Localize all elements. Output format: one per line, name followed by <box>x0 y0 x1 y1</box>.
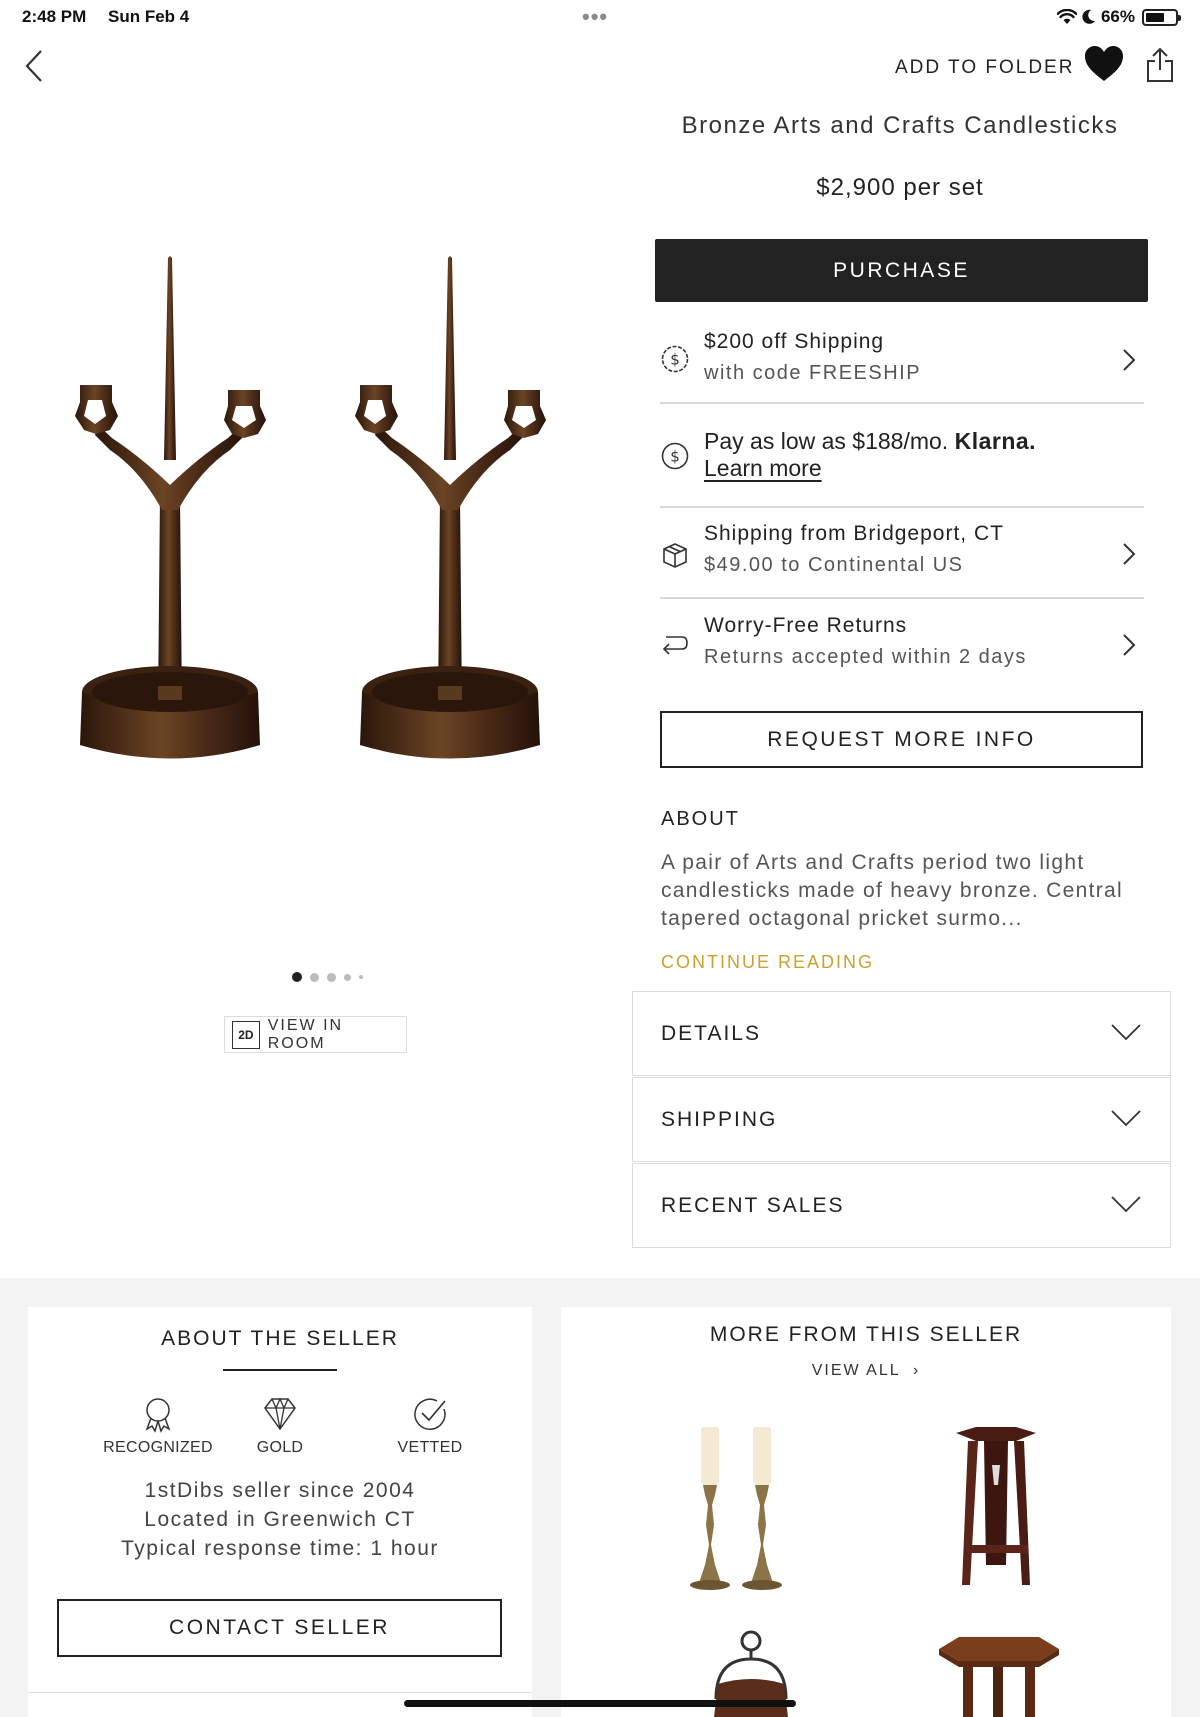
dollar-circle-icon: $ <box>661 345 689 373</box>
returns-title: Worry-Free Returns <box>704 614 908 637</box>
status-bar: 2:48 PM Sun Feb 4 ••• 66% <box>0 0 1200 34</box>
product-image[interactable] <box>50 220 610 820</box>
chevron-down-icon <box>1111 1110 1141 1127</box>
shipping-accordion[interactable]: SHIPPING <box>632 1077 1171 1162</box>
candlestick-right <box>355 256 546 759</box>
svg-text:$: $ <box>670 448 680 466</box>
carousel-dot[interactable] <box>344 973 351 981</box>
about-seller-heading: ABOUT THE SELLER <box>161 1327 399 1350</box>
view-in-room-icon: 2D <box>232 1020 260 1049</box>
returns-row[interactable]: Worry-Free Returns Returns accepted with… <box>660 599 1144 691</box>
badge-label: RECOGNIZED <box>103 1439 213 1456</box>
svg-text:$: $ <box>670 351 680 369</box>
accordion-label: RECENT SALES <box>661 1194 845 1217</box>
carousel-dot[interactable] <box>292 972 302 982</box>
view-in-room-button[interactable]: 2D VIEW IN ROOM <box>224 1016 407 1053</box>
home-indicator[interactable] <box>404 1700 796 1707</box>
mahogany-stand-thumbnail[interactable] <box>946 1425 1046 1595</box>
status-indicators: 66% <box>1056 7 1181 27</box>
favorite-button[interactable] <box>1083 44 1125 84</box>
shipping-from-subtitle: $49.00 to Continental US <box>704 554 964 576</box>
share-icon <box>1147 47 1173 82</box>
badge-vetted: VETTED <box>360 1395 500 1457</box>
seller-info: 1stDibs seller since 2004 Located in Gre… <box>28 1476 532 1563</box>
battery-fill <box>1146 12 1164 22</box>
heading-underline <box>223 1369 337 1371</box>
carousel-dot[interactable] <box>327 972 336 982</box>
contact-seller-button[interactable]: CONTACT SELLER <box>57 1599 502 1657</box>
shipping-from-row[interactable]: Shipping from Bridgeport, CT $49.00 to C… <box>660 508 1144 599</box>
back-button[interactable] <box>20 48 50 84</box>
share-button[interactable] <box>1146 46 1174 84</box>
view-all-label: VIEW ALL <box>811 1362 901 1379</box>
battery-percentage: 66% <box>1100 7 1135 26</box>
dollar-circle-icon: $ <box>661 442 689 470</box>
klarna-row: $ Pay as low as $188/mo. Klarna. Learn m… <box>660 404 1144 508</box>
about-heading: ABOUT <box>661 808 740 830</box>
seller-location: Located in Greenwich CT <box>144 1508 416 1531</box>
candlestick-left <box>75 256 266 759</box>
status-time: 2:48 PM <box>22 7 87 26</box>
view-all-link[interactable]: VIEW ALL › <box>561 1362 1171 1380</box>
shipping-offer-row[interactable]: $ $200 off Shipping with code FREESHIP <box>660 322 1144 404</box>
badge-recognized: RECOGNIZED <box>88 1395 228 1457</box>
purchase-button[interactable]: PURCHASE <box>655 239 1148 302</box>
chevron-right-icon: › <box>906 1362 921 1379</box>
accordion-label: SHIPPING <box>661 1108 778 1131</box>
seller-response-time: Typical response time: 1 hour <box>121 1537 439 1560</box>
about-description: A pair of Arts and Crafts period two lig… <box>661 851 1123 930</box>
seller-since: 1stDibs seller since 2004 <box>144 1479 416 1502</box>
shipping-from-title: Shipping from Bridgeport, CT <box>704 522 1004 545</box>
klarna-learn-more-link[interactable]: Learn more <box>704 455 822 482</box>
diamond-icon <box>264 1397 296 1431</box>
badge-gold: GOLD <box>210 1395 350 1457</box>
badge-label: VETTED <box>397 1439 463 1456</box>
returns-subtitle: Returns accepted within 2 days <box>704 646 1027 668</box>
recent-sales-accordion[interactable]: RECENT SALES <box>632 1163 1171 1248</box>
image-carousel-dots[interactable] <box>292 972 363 982</box>
carousel-dot[interactable] <box>359 975 363 979</box>
view-in-room-label: VIEW IN ROOM <box>267 1016 344 1052</box>
carousel-dot[interactable] <box>310 972 319 982</box>
add-to-folder-link[interactable]: ADD TO FOLDER <box>895 57 1074 79</box>
divider <box>28 1692 532 1693</box>
shipping-offer-subtitle: with code FREESHIP <box>704 362 922 384</box>
multitasking-dots-icon[interactable]: ••• <box>582 4 608 30</box>
request-more-info-button[interactable]: REQUEST MORE INFO <box>660 711 1143 768</box>
product-price: $2,900 per set <box>816 174 984 201</box>
klarna-text: Pay as low as $188/mo. Klarna. <box>704 428 1036 455</box>
moon-icon <box>1082 9 1095 24</box>
status-date: Sun Feb 4 <box>108 7 190 26</box>
box-icon <box>663 543 687 568</box>
klarna-logo: Klarna. <box>954 428 1037 454</box>
return-arrow-icon <box>662 636 688 655</box>
more-from-seller-card: MORE FROM THIS SELLER VIEW ALL › <box>561 1307 1171 1717</box>
chevron-right-icon <box>1123 543 1136 565</box>
accordion-label: DETAILS <box>661 1022 761 1045</box>
heart-icon <box>1085 46 1123 81</box>
back-chevron-icon <box>25 50 42 82</box>
check-circle-icon <box>414 1398 446 1430</box>
bronze-candlesticks-photo <box>75 256 546 759</box>
ribbon-icon <box>145 1398 171 1433</box>
klarna-price-text: Pay as low as $188/mo. <box>704 428 949 454</box>
more-from-seller-heading: MORE FROM THIS SELLER <box>709 1323 1023 1346</box>
about-seller-card: ABOUT THE SELLER RECOGNIZED GOLD VETTED … <box>28 1307 532 1717</box>
chevron-down-icon <box>1111 1024 1141 1041</box>
octagonal-table-thumbnail[interactable] <box>929 1629 1069 1717</box>
badge-label: GOLD <box>256 1439 304 1456</box>
continue-reading-link[interactable]: CONTINUE READING <box>661 952 874 973</box>
chevron-right-icon <box>1123 634 1136 656</box>
brass-candlesticks-thumbnail[interactable] <box>681 1425 791 1595</box>
chevron-right-icon <box>1123 349 1136 371</box>
shipping-offer-title: $200 off Shipping <box>704 330 885 353</box>
details-accordion[interactable]: DETAILS <box>632 991 1171 1076</box>
chevron-down-icon <box>1111 1196 1141 1213</box>
battery-icon <box>1142 8 1181 26</box>
wifi-icon <box>1056 9 1077 24</box>
product-title: Bronze Arts and Crafts Candlesticks <box>681 112 1119 139</box>
